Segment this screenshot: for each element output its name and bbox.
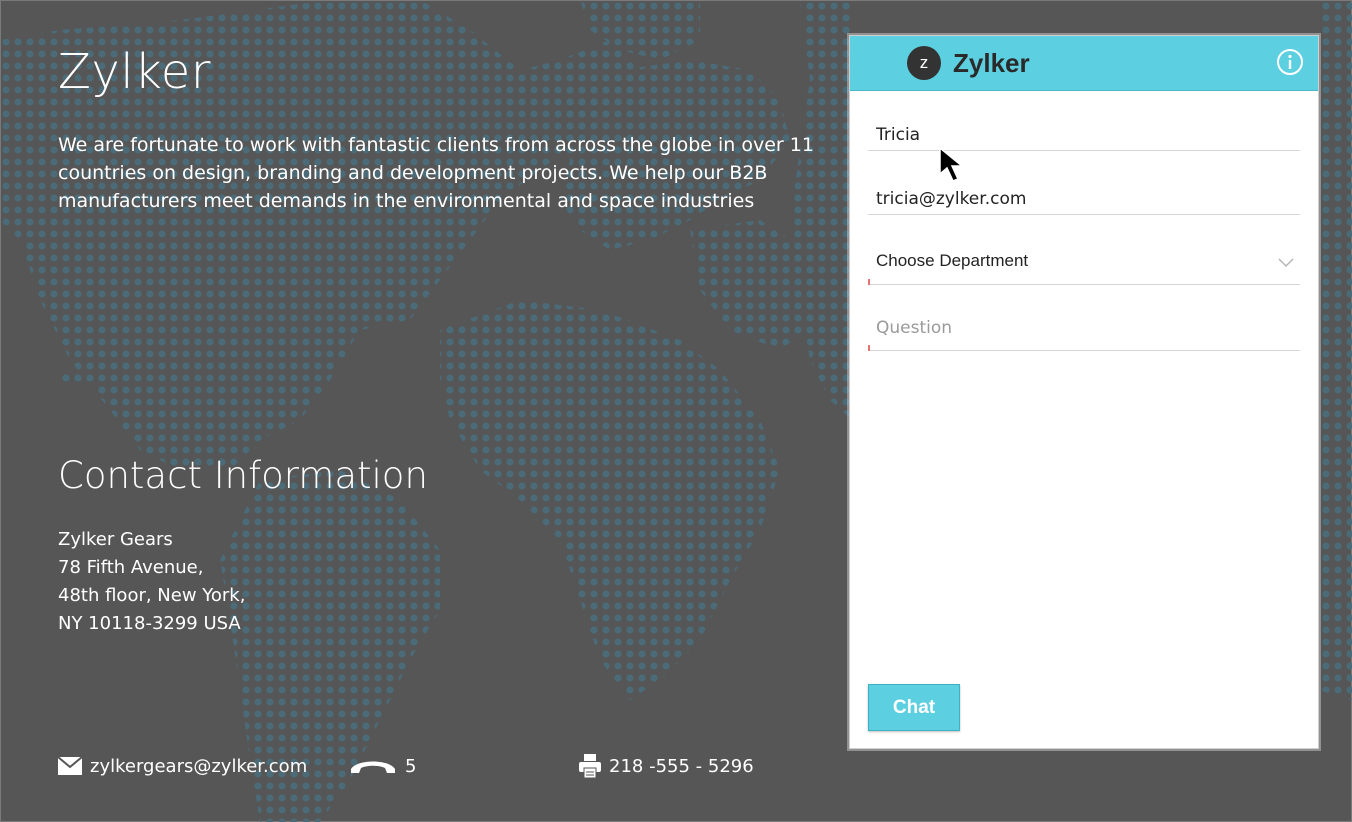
email-input[interactable] — [868, 184, 1300, 214]
phone-text[interactable]: 5 — [405, 756, 416, 777]
zylker-logo: z — [907, 46, 941, 80]
chevron-down-icon — [1278, 258, 1294, 268]
question-input[interactable] — [868, 313, 1300, 343]
address-line: NY 10118-3299 USA — [58, 613, 241, 634]
address-line: 48th floor, New York, — [58, 585, 246, 606]
name-input[interactable] — [868, 120, 1300, 150]
widget-title: Zylker — [953, 48, 1030, 78]
address-line: 78 Fifth Avenue, — [58, 557, 204, 578]
intro-text: We are fortunate to work with fantastic … — [58, 134, 814, 212]
chat-widget: z Zylker Choose Department Chat — [849, 35, 1319, 749]
department-select-value: Choose Department — [876, 251, 1029, 270]
footer-phone[interactable]: 5 — [349, 752, 416, 780]
department-select[interactable]: Choose Department — [868, 246, 1300, 285]
widget-header: z Zylker — [850, 36, 1318, 91]
required-marker — [868, 345, 870, 351]
address-line: Zylker Gears — [58, 529, 173, 550]
address-block: Zylker Gears 78 Fifth Avenue, 48th floor… — [58, 526, 245, 638]
required-marker — [868, 279, 870, 285]
email-field-wrapper — [868, 184, 1300, 215]
chat-button[interactable]: Chat — [868, 684, 960, 731]
info-icon[interactable] — [1277, 49, 1303, 75]
footer-fax: 218 -555 - 5296 — [579, 752, 754, 780]
brand-title: Zylker — [58, 44, 211, 100]
fax-text: 218 -555 - 5296 — [609, 755, 754, 777]
envelope-icon — [58, 757, 82, 775]
phone-icon — [351, 761, 395, 773]
contact-title: Contact Information — [58, 454, 428, 497]
email-text[interactable]: zylkergears@zylker.com — [90, 756, 307, 777]
question-field-wrapper — [868, 313, 1300, 351]
printer-icon — [579, 754, 601, 778]
footer-email[interactable]: zylkergears@zylker.com — [58, 752, 307, 780]
name-field-wrapper — [868, 120, 1300, 151]
